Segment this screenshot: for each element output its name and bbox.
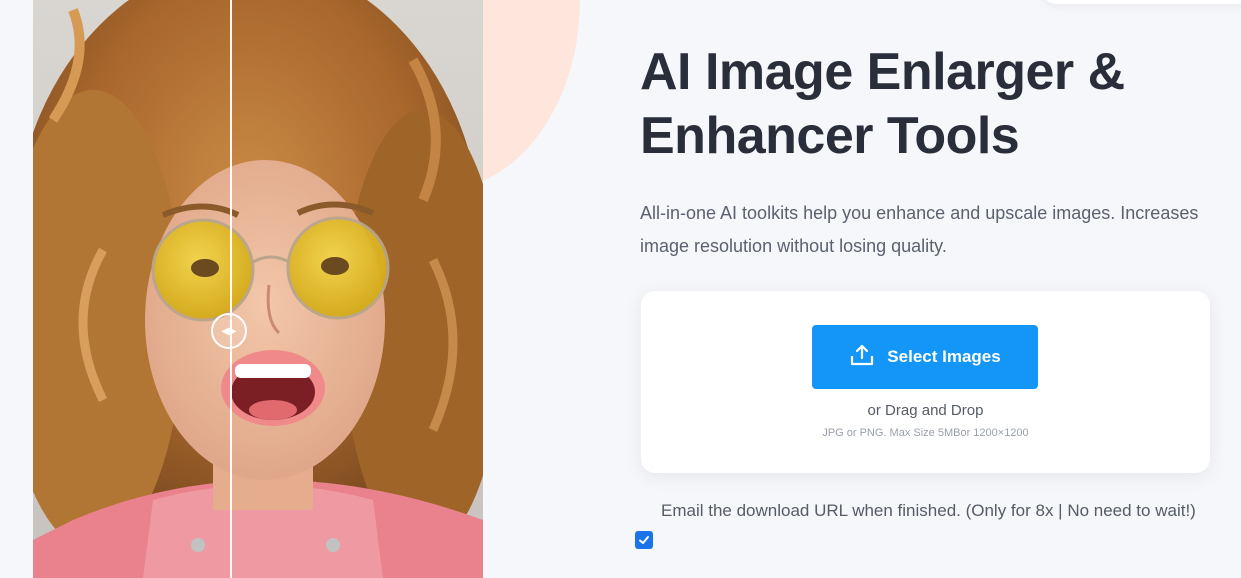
left-right-arrows-icon: ◀▶ — [221, 325, 237, 337]
upload-icon — [849, 343, 875, 372]
email-option-label[interactable]: Email the download URL when finished. (O… — [661, 496, 1201, 526]
drag-drop-text: or Drag and Drop — [867, 402, 984, 419]
email-checkbox[interactable] — [635, 531, 653, 549]
compare-divider[interactable] — [230, 0, 232, 578]
page-subtitle: All-in-one AI toolkits help you enhance … — [640, 203, 1199, 256]
select-images-label: Select Images — [887, 347, 1001, 366]
checkmark-icon — [639, 536, 649, 544]
compare-slider-handle[interactable]: ◀▶ — [211, 313, 247, 349]
select-images-button[interactable]: Select Images — [812, 325, 1038, 389]
top-nav-pill — [1040, 0, 1241, 4]
portrait-image — [33, 0, 483, 578]
page-title: AI Image Enlarger & Enhancer Tools — [640, 43, 1125, 165]
file-requirements-hint: JPG or PNG. Max Size 5MBor 1200×1200 — [822, 427, 1029, 439]
upload-card[interactable]: Select Images or Drag and Drop JPG or PN… — [641, 291, 1210, 473]
before-after-compare[interactable]: ◀▶ — [33, 0, 483, 578]
